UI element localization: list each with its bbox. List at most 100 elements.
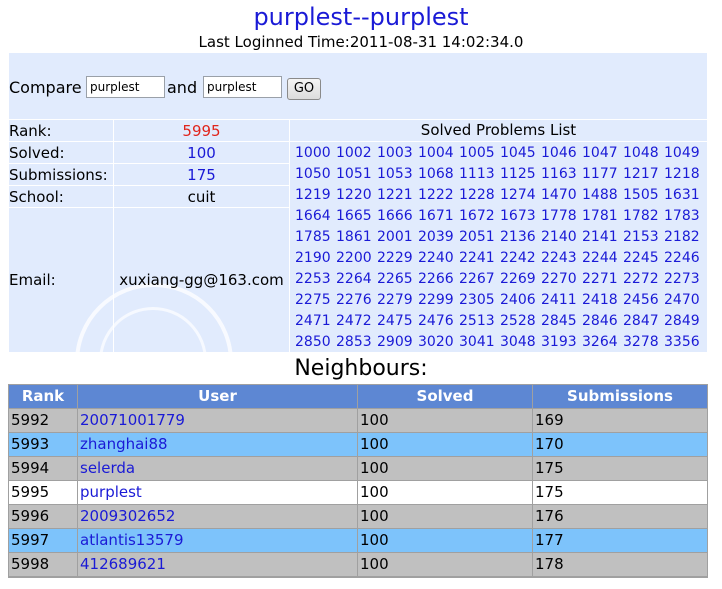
problem-link[interactable]: 1785 xyxy=(295,227,331,248)
problem-link[interactable]: 2001 xyxy=(377,227,413,248)
problem-link[interactable]: 2273 xyxy=(664,269,700,290)
problem-link[interactable]: 1782 xyxy=(623,206,659,227)
problem-link[interactable]: 1051 xyxy=(336,164,372,185)
problem-link[interactable]: 1671 xyxy=(418,206,454,227)
problem-link[interactable]: 1002 xyxy=(336,143,372,164)
problem-link[interactable]: 1045 xyxy=(500,143,536,164)
problem-link[interactable]: 2276 xyxy=(336,290,372,311)
problem-link[interactable]: 1048 xyxy=(623,143,659,164)
problem-link[interactable]: 1666 xyxy=(377,206,413,227)
problem-link[interactable]: 1631 xyxy=(664,185,700,206)
problem-link[interactable]: 2853 xyxy=(336,332,372,352)
problem-link[interactable]: 2267 xyxy=(459,269,495,290)
problem-link[interactable]: 2513 xyxy=(459,311,495,332)
problem-link[interactable]: 2153 xyxy=(623,227,659,248)
problem-link[interactable]: 2240 xyxy=(418,248,454,269)
problem-link[interactable]: 2472 xyxy=(336,311,372,332)
column-header-solved[interactable]: Solved xyxy=(358,385,532,408)
problem-link[interactable]: 2279 xyxy=(377,290,413,311)
neighbour-user-link[interactable]: zhanghai88 xyxy=(78,433,357,456)
problem-link[interactable]: 2846 xyxy=(582,311,618,332)
column-header-user[interactable]: User xyxy=(78,385,357,408)
problem-link[interactable]: 2182 xyxy=(664,227,700,248)
problem-link[interactable]: 2476 xyxy=(418,311,454,332)
problem-link[interactable]: 2269 xyxy=(500,269,536,290)
problem-link[interactable]: 1861 xyxy=(336,227,372,248)
problem-link[interactable]: 1047 xyxy=(582,143,618,164)
problem-link[interactable]: 1221 xyxy=(377,185,413,206)
neighbour-user-link[interactable]: 20071001779 xyxy=(78,409,357,432)
problem-link[interactable]: 3356 xyxy=(664,332,700,352)
problem-link[interactable]: 1053 xyxy=(377,164,413,185)
problem-link[interactable]: 2253 xyxy=(295,269,331,290)
problem-link[interactable]: 2241 xyxy=(459,248,495,269)
go-button[interactable]: GO xyxy=(287,78,321,100)
problem-link[interactable]: 2271 xyxy=(582,269,618,290)
compare-user1-input[interactable] xyxy=(86,76,165,98)
problem-link[interactable]: 1664 xyxy=(295,206,331,227)
problem-link[interactable]: 2244 xyxy=(582,248,618,269)
problem-link[interactable]: 1274 xyxy=(500,185,536,206)
problem-link[interactable]: 2039 xyxy=(418,227,454,248)
problem-link[interactable]: 2275 xyxy=(295,290,331,311)
problem-link[interactable]: 1004 xyxy=(418,143,454,164)
problem-link[interactable]: 1113 xyxy=(459,164,495,185)
problem-link[interactable]: 2406 xyxy=(500,290,536,311)
neighbour-user-link[interactable]: purplest xyxy=(78,481,357,504)
problem-link[interactable]: 2528 xyxy=(500,311,536,332)
compare-user2-input[interactable] xyxy=(203,76,282,98)
problem-link[interactable]: 1488 xyxy=(582,185,618,206)
problem-link[interactable]: 1665 xyxy=(336,206,372,227)
problem-link[interactable]: 1219 xyxy=(295,185,331,206)
problem-link[interactable]: 3193 xyxy=(541,332,577,352)
problem-link[interactable]: 3048 xyxy=(500,332,536,352)
problem-link[interactable]: 1217 xyxy=(623,164,659,185)
problem-link[interactable]: 1050 xyxy=(295,164,331,185)
neighbour-user-link[interactable]: atlantis13579 xyxy=(78,529,357,552)
problem-link[interactable]: 1125 xyxy=(500,164,536,185)
problem-link[interactable]: 2136 xyxy=(500,227,536,248)
problem-link[interactable]: 2140 xyxy=(541,227,577,248)
problem-link[interactable]: 1049 xyxy=(664,143,700,164)
problem-link[interactable]: 1163 xyxy=(541,164,577,185)
problem-link[interactable]: 1781 xyxy=(582,206,618,227)
problem-link[interactable]: 2141 xyxy=(582,227,618,248)
problem-link[interactable]: 2470 xyxy=(664,290,700,311)
problem-link[interactable]: 1672 xyxy=(459,206,495,227)
problem-link[interactable]: 3278 xyxy=(623,332,659,352)
problem-link[interactable]: 2299 xyxy=(418,290,454,311)
problem-link[interactable]: 1222 xyxy=(418,185,454,206)
problem-link[interactable]: 1778 xyxy=(541,206,577,227)
problem-link[interactable]: 2847 xyxy=(623,311,659,332)
problem-link[interactable]: 1003 xyxy=(377,143,413,164)
problem-link[interactable]: 1177 xyxy=(582,164,618,185)
problem-link[interactable]: 1505 xyxy=(623,185,659,206)
column-header-rank[interactable]: Rank xyxy=(9,385,77,408)
problem-link[interactable]: 2471 xyxy=(295,311,331,332)
problem-link[interactable]: 2270 xyxy=(541,269,577,290)
problem-link[interactable]: 2266 xyxy=(418,269,454,290)
problem-link[interactable]: 2190 xyxy=(295,248,331,269)
neighbour-user-link[interactable]: selerda xyxy=(78,457,357,480)
column-header-submissions[interactable]: Submissions xyxy=(533,385,707,408)
problem-link[interactable]: 1470 xyxy=(541,185,577,206)
problem-link[interactable]: 1068 xyxy=(418,164,454,185)
problem-link[interactable]: 2272 xyxy=(623,269,659,290)
problem-link[interactable]: 3020 xyxy=(418,332,454,352)
problem-link[interactable]: 2418 xyxy=(582,290,618,311)
problem-link[interactable]: 3041 xyxy=(459,332,495,352)
submissions-value[interactable]: 175 xyxy=(114,164,289,186)
problem-link[interactable]: 2264 xyxy=(336,269,372,290)
problem-link[interactable]: 2475 xyxy=(377,311,413,332)
problem-link[interactable]: 1220 xyxy=(336,185,372,206)
problem-link[interactable]: 2845 xyxy=(541,311,577,332)
problem-link[interactable]: 1228 xyxy=(459,185,495,206)
problem-link[interactable]: 1783 xyxy=(664,206,700,227)
problem-link[interactable]: 2229 xyxy=(377,248,413,269)
problem-link[interactable]: 2456 xyxy=(623,290,659,311)
problem-link[interactable]: 2305 xyxy=(459,290,495,311)
problem-link[interactable]: 2051 xyxy=(459,227,495,248)
problem-link[interactable]: 1000 xyxy=(295,143,331,164)
problem-link[interactable]: 1673 xyxy=(500,206,536,227)
problem-link[interactable]: 2245 xyxy=(623,248,659,269)
